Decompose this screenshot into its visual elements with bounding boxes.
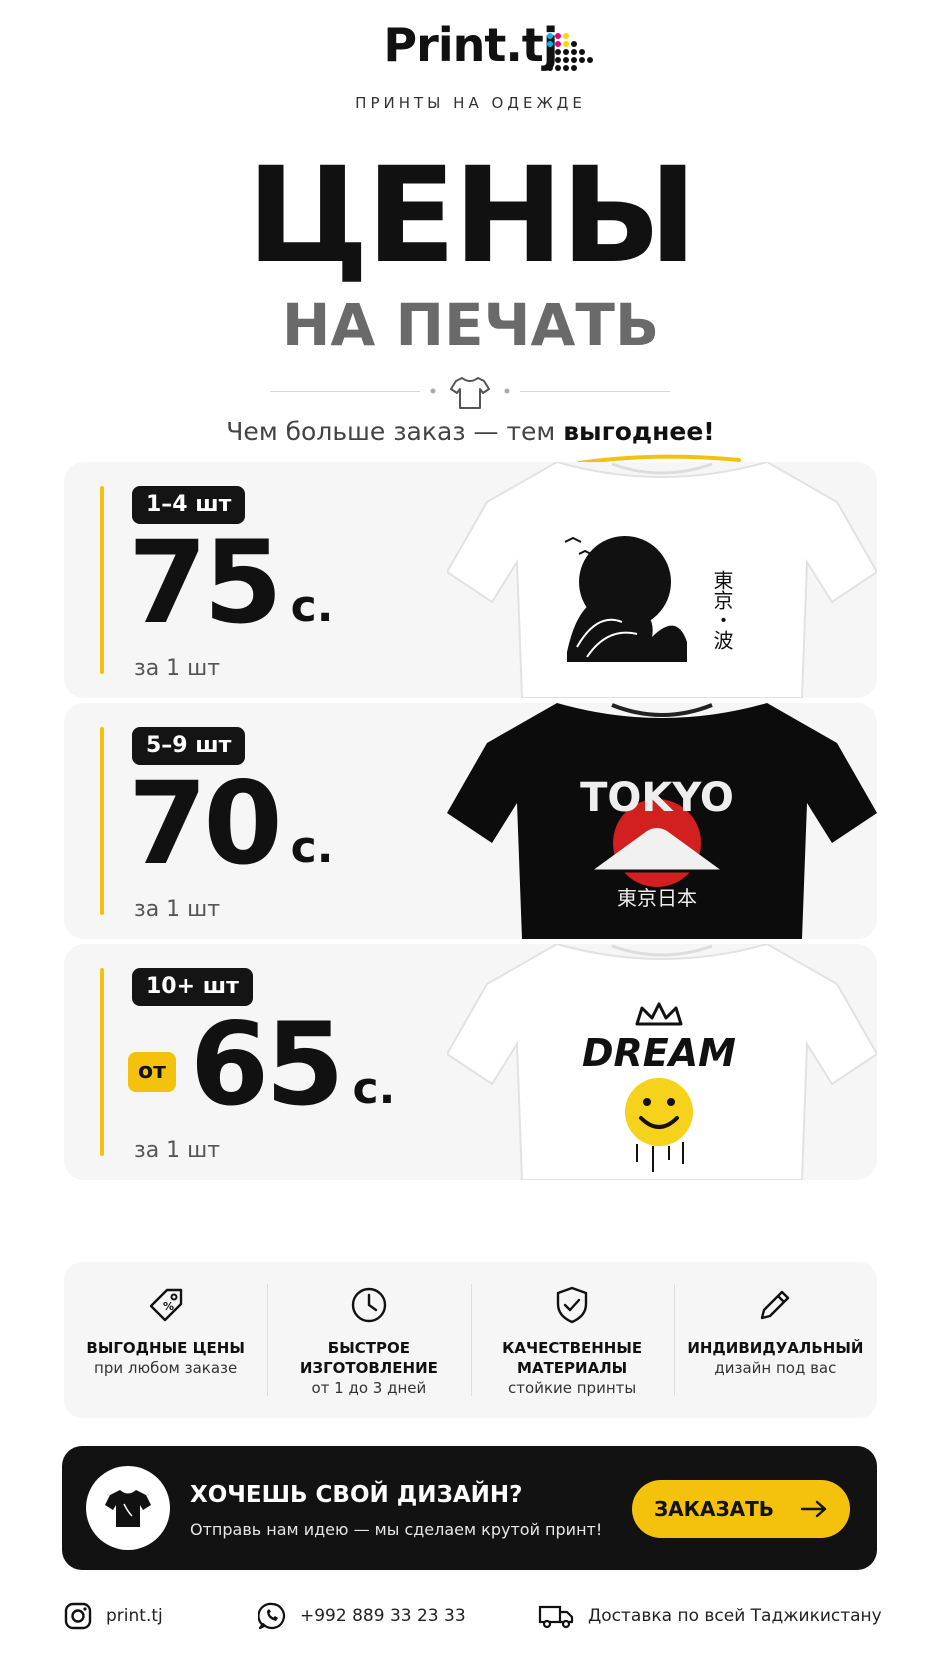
phone-number: +992 889 33 23 33 (300, 1606, 466, 1626)
cta-avatar (86, 1466, 170, 1550)
shirt-print-tokyo: TOKYO (580, 775, 734, 821)
brand-tagline: ПРИНТЫ НА ОДЕЖДЕ (355, 94, 586, 112)
feature-item: БЫСТРОЕ ИЗГОТОВЛЕНИЕ от 1 до 3 дней (267, 1262, 470, 1418)
pencil-icon (761, 1290, 790, 1320)
title-divider (270, 372, 670, 412)
per-unit-label: за 1 шт (134, 897, 221, 922)
price-value: 75 (128, 516, 283, 649)
feature-item: КАЧЕСТВЕННЫЕ МАТЕРИАЛЫ стойкие принты (470, 1262, 674, 1418)
feature-item: ИНДИВИДУАЛЬНЫЙ дизайн под вас (673, 1262, 877, 1418)
delivery-truck-icon (538, 1605, 574, 1629)
cta-banner: ХОЧЕШЬ СВОЙ ДИЗАЙН? Отправь нам идею — м… (62, 1446, 877, 1570)
cta-title: ХОЧЕШЬ СВОЙ ДИЗАЙН? (190, 1482, 523, 1508)
white-wave-shirt-image: 東京・波 (447, 462, 877, 698)
card-accent-bar (100, 727, 104, 915)
instagram-handle: print.tj (106, 1606, 163, 1626)
price-card-1: 1–4 шт 75 с. за 1 шт 東京・波 (64, 462, 877, 698)
from-badge: от (128, 1052, 176, 1092)
feature-title: КАЧЕСТВЕННЫЕ МАТЕРИАЛЫ (502, 1339, 643, 1377)
price-currency: с. (290, 581, 334, 632)
feature-title: ИНДИВИДУАЛЬНЫЙ (687, 1339, 864, 1357)
slogan: Чем больше заказ — тем выгоднее! (0, 417, 941, 446)
black-tokyo-shirt-image: TOKYO 東京日本 (447, 703, 877, 939)
clock-icon (351, 1287, 387, 1323)
price-tag-icon: % (149, 1288, 182, 1322)
price-card-3: 10+ шт от 65 с. за 1 шт DREAM (64, 944, 877, 1180)
feature-subtitle: от 1 до 3 дней (311, 1379, 427, 1397)
feature-subtitle: стойкие принты (508, 1379, 637, 1397)
card-accent-bar (100, 968, 104, 1156)
cta-subtitle: Отправь нам идею — мы сделаем крутой при… (190, 1520, 603, 1539)
price-row: 75 с. (128, 526, 333, 640)
price-currency: с. (352, 1063, 396, 1114)
price-currency: с. (290, 822, 334, 873)
instagram-icon (64, 1602, 92, 1630)
feature-subtitle: при любом заказе (94, 1359, 238, 1377)
footer-delivery: Доставка по всей Таджикистану (538, 1602, 882, 1630)
footer-phone[interactable]: +992 889 33 23 33 (258, 1602, 466, 1630)
order-button-label: ЗАКАЗАТЬ (653, 1497, 775, 1521)
whatsapp-icon (258, 1602, 286, 1630)
footer-instagram[interactable]: print.tj (64, 1602, 163, 1630)
feature-title: ВЫГОДНЫЕ ЦЕНЫ (86, 1339, 245, 1357)
feature-item: % ВЫГОДНЫЕ ЦЕНЫ при любом заказе (64, 1262, 267, 1418)
price-card-2: 5–9 шт 70 с. за 1 шт TOKYO 東京日本 (64, 703, 877, 939)
tshirt-divider-icon (450, 377, 490, 409)
shirt-print-japanese: 東京・波 (710, 570, 734, 650)
footer: print.tj +992 889 33 23 33 Доставка по в… (0, 1598, 941, 1638)
slogan-highlight: выгоднее! (563, 417, 715, 446)
price-row: от 65 с. (128, 1008, 395, 1122)
per-unit-label: за 1 шт (134, 1138, 221, 1163)
shirt-print-dream: DREAM (582, 1031, 736, 1075)
shield-check-icon (556, 1286, 588, 1324)
shirt-print-japanese: 東京日本 (617, 886, 697, 910)
page-subtitle: НА ПЕЧАТЬ (281, 291, 660, 359)
price-value: 70 (128, 757, 283, 890)
logo-text: Print.tj (383, 18, 558, 72)
price-row: 70 с. (128, 767, 333, 881)
per-unit-label: за 1 шт (134, 656, 221, 681)
tshirt-icon (105, 1490, 151, 1527)
price-value: 65 (189, 998, 345, 1131)
arrow-right-icon (800, 1500, 827, 1518)
logo: Print.tj (0, 22, 941, 68)
slogan-prefix: Чем больше заказ — тем (226, 417, 556, 446)
feature-title: БЫСТРОЕ ИЗГОТОВЛЕНИЕ (299, 1339, 438, 1377)
delivery-text: Доставка по всей Таджикистану (588, 1606, 882, 1626)
feature-subtitle: дизайн под вас (714, 1359, 837, 1377)
card-accent-bar (100, 486, 104, 674)
page-title: ЦЕНЫ (246, 139, 698, 293)
logo-dots-icon (547, 33, 593, 71)
svg-text:%: % (163, 1300, 174, 1313)
features-panel: % ВЫГОДНЫЕ ЦЕНЫ при любом заказе БЫСТРОЕ… (64, 1262, 877, 1418)
white-dream-shirt-image: DREAM (447, 944, 877, 1180)
order-button[interactable]: ЗАКАЗАТЬ (632, 1480, 850, 1538)
